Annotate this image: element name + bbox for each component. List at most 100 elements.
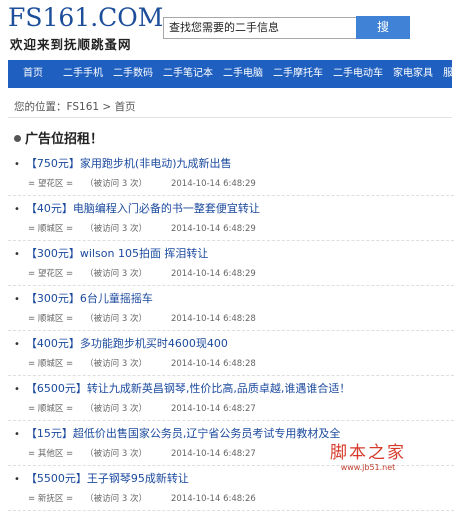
listing-price: 【6500元】 (25, 382, 87, 395)
nav-item[interactable]: 二手电脑 (218, 60, 268, 88)
listing-meta: = 新抚区 = （被访问 3 次） 2014-10-14 6:48:26 (28, 493, 256, 505)
site-logo[interactable]: FS161.COM (8, 4, 163, 32)
listing-time: 2014-10-14 6:48:27 (170, 449, 256, 459)
listing-visits: （被访问 3 次） (85, 269, 147, 279)
listing-time: 2014-10-14 6:48:29 (170, 269, 256, 279)
watermark-url: www.jb51.net (340, 463, 396, 472)
listing-price: 【5500元】 (25, 472, 87, 485)
listing-item: • 【400元】多功能跑步机买时4600现400 = 顺城区 = （被访问 3 次） 2… (8, 336, 454, 381)
listing-meta: = 顺城区 = （被访问 3 次） 2014-10-14 6:48:28 (28, 313, 256, 325)
listing-district: = 其他区 = (28, 449, 74, 459)
listing-price: 【400元】 (25, 337, 80, 350)
listing-item: • 【6500元】转让九成新英昌钢琴,性价比高,品质卓越,谁遇谁合适！ = 顺城区 … (8, 381, 454, 426)
listing-meta: = 顺城区 = （被访问 3 次） 2014-10-14 6:48:28 (28, 358, 256, 370)
listing-visits: （被访问 3 次） (85, 314, 147, 324)
listing-district: = 顺城区 = (28, 404, 74, 414)
listing-title-link[interactable]: • 【400元】多功能跑步机买时4600现400 (14, 336, 228, 353)
listing-price: 【40元】 (25, 202, 73, 215)
listing-divider (8, 240, 454, 241)
listing-time: 2014-10-14 6:48:27 (170, 404, 256, 414)
listing-visits: （被访问 3 次） (85, 494, 147, 504)
listing-divider (8, 375, 454, 376)
listing-district: = 顺城区 = (28, 359, 74, 369)
listing-divider (8, 420, 454, 421)
listing-visits: （被访问 3 次） (85, 224, 147, 234)
listing-item: • 【300元】wilson 105拍面 挥泪转让 = 望花区 = （被访问 3 次）… (8, 246, 454, 291)
listing-divider (8, 330, 454, 331)
breadcrumb-label: 您的位置： (14, 101, 67, 113)
list-bullet-icon: • (14, 204, 20, 215)
listing-time: 2014-10-14 6:48:29 (170, 224, 256, 234)
listing-title-link[interactable]: • 【15元】超低价出售国家公务员,辽宁省公务员考试专用教材及全 (14, 426, 340, 443)
watermark-main: 脚本之家 (330, 443, 406, 463)
listing-title: 6台儿童摇摇车 (79, 292, 153, 305)
listing-title: wilson 105拍面 挥泪转让 (79, 247, 209, 260)
nav-item[interactable]: 二手摩托车 (268, 60, 328, 88)
list-bullet-icon: • (14, 474, 20, 485)
listing-meta: = 顺城区 = （被访问 3 次） 2014-10-14 6:48:27 (28, 403, 256, 415)
listing-visits: （被访问 3 次） (85, 404, 147, 414)
listing-meta: = 望花区 = （被访问 3 次） 2014-10-14 6:48:29 (28, 268, 256, 280)
nav-item[interactable]: 二手数码 (108, 60, 158, 88)
listing-district: = 望花区 = (28, 179, 74, 189)
listing-title: 转让九成新英昌钢琴,性价比高,品质卓越,谁遇谁合适！ (86, 382, 351, 395)
listing-title: 超低价出售国家公务员,辽宁省公务员考试专用教材及全 (72, 427, 341, 440)
breadcrumb-current: 首页 (114, 101, 136, 113)
breadcrumb-divider (8, 117, 452, 118)
listing-price: 【15元】 (25, 427, 73, 440)
listing-time: 2014-10-14 6:48:26 (170, 494, 256, 504)
listing-meta: = 其他区 = （被访问 3 次） 2014-10-14 6:48:27 (28, 448, 256, 460)
nav-item[interactable]: 二手手机 (58, 60, 108, 88)
listing-visits: （被访问 3 次） (85, 359, 147, 369)
list-bullet-icon: • (14, 294, 20, 305)
listing-item: • 【5500元】王子钢琴95成新转让 = 新抚区 = （被访问 3 次） 2014-1… (8, 471, 454, 516)
listing-time: 2014-10-14 6:48:28 (170, 314, 256, 324)
listing-title-link[interactable]: • 【300元】6台儿童摇摇车 (14, 291, 153, 308)
breadcrumb-separator: > (102, 101, 112, 113)
breadcrumb-site-link[interactable]: FS161 (67, 101, 100, 113)
listing-title-link[interactable]: • 【750元】家用跑步机(非电动)九成新出售 (14, 156, 232, 173)
listing-title-link[interactable]: • 【5500元】王子钢琴95成新转让 (14, 471, 189, 488)
header: FS161.COM 欢迎来到抚顺跳蚤网 查找您需要的二手信息 搜 索 (0, 0, 460, 58)
search-button[interactable]: 搜 索 (356, 16, 410, 57)
watermark: 脚本之家 www.jb51.net (330, 438, 406, 472)
list-bullet-icon: • (14, 249, 20, 260)
listing-title: 王子钢琴95成新转让 (86, 472, 189, 485)
nav-item[interactable]: 服饰箱包 (438, 60, 460, 88)
nav-item[interactable]: 二手笔记本 (158, 60, 218, 88)
listing-price: 【300元】 (25, 247, 80, 260)
bullet-dot-icon (14, 135, 21, 142)
listing-visits: （被访问 3 次） (85, 449, 147, 459)
site-slogan: 欢迎来到抚顺跳蚤网 (10, 37, 132, 52)
listing-divider (8, 285, 454, 286)
nav-item[interactable]: 二手电动车 (328, 60, 388, 88)
listing-price: 【300元】 (25, 292, 80, 305)
listing-item: • 【40元】电脑编程入门必备的书一整套便宜转让 = 顺城区 = （被访问 3 次） 2… (8, 201, 454, 246)
listing-meta: = 顺城区 = （被访问 3 次） 2014-10-14 6:48:29 (28, 223, 256, 235)
listing-district: = 新抚区 = (28, 494, 74, 504)
listing-price: 【750元】 (25, 157, 80, 170)
nav-item[interactable]: 首页 (8, 60, 58, 88)
search-input[interactable]: 查找您需要的二手信息 (163, 17, 360, 39)
listing-divider (8, 195, 454, 196)
listing-time: 2014-10-14 6:48:29 (170, 179, 256, 189)
list-bullet-icon: • (14, 339, 20, 350)
list-bullet-icon: • (14, 384, 20, 395)
listing-visits: （被访问 3 次） (85, 179, 147, 189)
list-bullet-icon: • (14, 159, 20, 170)
list-bullet-icon: • (14, 429, 20, 440)
section-title: 广告位招租！ (14, 128, 103, 147)
listing-title-link[interactable]: • 【6500元】转让九成新英昌钢琴,性价比高,品质卓越,谁遇谁合适！ (14, 381, 350, 398)
listing-item: • 【300元】6台儿童摇摇车 = 顺城区 = （被访问 3 次） 2014-10-14… (8, 291, 454, 336)
listing-item: • 【750元】家用跑步机(非电动)九成新出售 = 望花区 = （被访问 3 次） 20… (8, 156, 454, 201)
listing-district: = 望花区 = (28, 269, 74, 279)
breadcrumb: 您的位置：FS161 > 首页 (14, 99, 136, 114)
section-title-text: 广告位招租！ (25, 132, 104, 147)
listing-title: 多功能跑步机买时4600现400 (79, 337, 228, 350)
listing-district: = 顺城区 = (28, 314, 74, 324)
listing-divider (8, 510, 454, 511)
listing-title-link[interactable]: • 【300元】wilson 105拍面 挥泪转让 (14, 246, 208, 263)
listing-title-link[interactable]: • 【40元】电脑编程入门必备的书一整套便宜转让 (14, 201, 260, 218)
nav-item[interactable]: 家电家具 (388, 60, 438, 88)
listing-title: 电脑编程入门必备的书一整套便宜转让 (72, 202, 260, 215)
